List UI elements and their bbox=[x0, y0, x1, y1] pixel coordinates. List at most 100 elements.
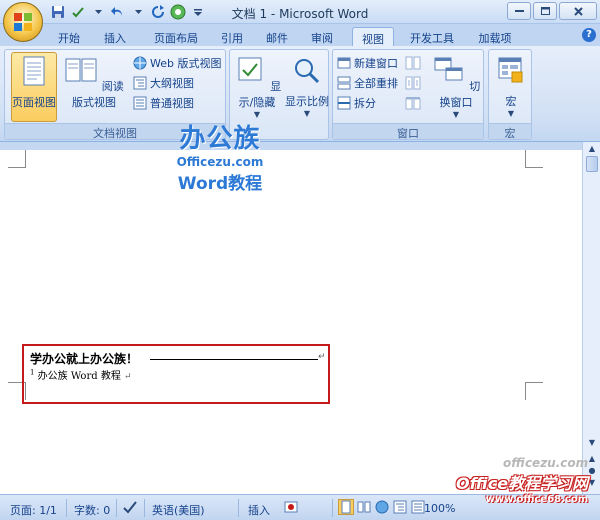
watermark-site-1: officezu.com bbox=[503, 456, 589, 470]
group-label-window: 窗口 bbox=[333, 123, 483, 140]
tab-insert[interactable]: 插入 bbox=[96, 27, 134, 46]
outline-label: 大纲视图 bbox=[150, 77, 194, 90]
watermark-bottom: officezu.com Office教程学习网 www.office68.co… bbox=[456, 456, 588, 505]
outline-icon bbox=[133, 76, 147, 90]
scroll-thumb[interactable] bbox=[586, 156, 598, 172]
chevron-down-icon: ▼ bbox=[452, 110, 460, 119]
print-layout-view-icon[interactable] bbox=[338, 499, 354, 515]
web-layout-button[interactable]: Web 版式视图 bbox=[133, 54, 221, 72]
outline-button[interactable]: 大纲视图 bbox=[133, 74, 194, 92]
document-page[interactable]: 学办公就上办公族！ ↵ 1 办公族 Word 教程 ↵ bbox=[0, 150, 582, 494]
tab-references[interactable]: 引用 bbox=[215, 27, 249, 46]
crop-mark-bottom-right bbox=[525, 382, 543, 400]
watermark-brand-2: Office教程学习网 bbox=[456, 474, 589, 493]
outline-view-icon[interactable] bbox=[392, 499, 408, 515]
status-zoom-level[interactable]: 100% bbox=[424, 502, 455, 515]
web-view-icon[interactable] bbox=[374, 499, 390, 515]
help-icon[interactable]: ? bbox=[582, 28, 596, 42]
draft-icon bbox=[133, 96, 147, 110]
crop-mark-top-left bbox=[8, 150, 26, 168]
draft-button[interactable]: 普通视图 bbox=[133, 94, 194, 112]
status-separator bbox=[116, 499, 117, 517]
switch-windows-icon bbox=[434, 57, 463, 81]
office-button[interactable] bbox=[3, 2, 43, 42]
watermark-logo-top: 办公族 Officezu.com Word教程 bbox=[170, 118, 270, 194]
split-icon bbox=[337, 96, 351, 110]
office-logo-icon bbox=[14, 13, 32, 31]
tab-developer[interactable]: 开发工具 bbox=[404, 27, 460, 46]
reading-view-icon bbox=[65, 58, 97, 82]
macros-icon bbox=[498, 57, 523, 83]
view-shortcuts bbox=[338, 499, 426, 515]
window-controls bbox=[507, 2, 597, 20]
print-layout-label: 页面视图 bbox=[12, 96, 56, 109]
status-separator bbox=[66, 499, 67, 517]
reading-view-icon[interactable] bbox=[356, 499, 372, 515]
ribbon: 页面视图 阅读版式视图 Web 版式视图 大纲视图 普通视图 文档视图 显示/隐… bbox=[0, 46, 600, 142]
status-separator bbox=[238, 499, 239, 517]
group-window: 新建窗口 全部重排 拆分 切换窗口 ▼ 窗口 bbox=[332, 49, 484, 140]
title-bar: 文档 1 - Microsoft Word bbox=[0, 0, 600, 24]
close-button[interactable] bbox=[559, 2, 597, 20]
switch-windows-button[interactable]: 切换窗口 ▼ bbox=[429, 52, 483, 122]
tab-page-layout[interactable]: 页面布局 bbox=[146, 27, 206, 46]
paragraph-mark: ↵ bbox=[318, 352, 326, 362]
synchronous-scrolling-icon[interactable] bbox=[405, 76, 421, 93]
print-layout-button[interactable]: 页面视图 bbox=[11, 52, 57, 122]
tab-mailings[interactable]: 邮件 bbox=[260, 27, 294, 46]
web-layout-label: Web 版式视图 bbox=[150, 57, 222, 70]
view-side-by-side-icon[interactable] bbox=[405, 56, 421, 73]
zoom-icon bbox=[295, 59, 320, 84]
status-language[interactable]: 英语(美国) bbox=[152, 502, 205, 518]
watermark-subtitle: Word教程 bbox=[177, 174, 263, 194]
proofing-icon[interactable] bbox=[122, 500, 138, 517]
tab-view[interactable]: 视图 bbox=[352, 27, 394, 46]
vertical-scrollbar[interactable]: ▲ ▼ ▲ ● ▼ bbox=[582, 142, 600, 494]
scroll-down-icon[interactable]: ▼ bbox=[586, 438, 598, 450]
show-hide-icon bbox=[238, 57, 262, 81]
watermark-brand: 办公族 bbox=[179, 124, 261, 154]
macros-label: 宏 bbox=[505, 95, 517, 108]
tab-addins[interactable]: 加载项 bbox=[472, 27, 518, 46]
zoom-button[interactable]: 显示比例 ▼ bbox=[284, 52, 330, 122]
reset-window-position-icon[interactable] bbox=[405, 96, 421, 113]
ruler-strip bbox=[0, 142, 600, 150]
macros-button[interactable]: 宏 ▼ bbox=[491, 52, 531, 122]
full-screen-reading-button[interactable]: 阅读版式视图 bbox=[61, 52, 127, 122]
web-layout-icon bbox=[133, 56, 147, 70]
footnote-separator bbox=[150, 359, 318, 360]
split-button[interactable]: 拆分 bbox=[337, 94, 376, 112]
show-hide-button[interactable]: 显示/隐藏 ▼ bbox=[232, 52, 282, 122]
maximize-button[interactable] bbox=[533, 2, 557, 20]
group-macros: 宏 ▼ 宏 bbox=[488, 49, 532, 140]
footnote[interactable]: 1 办公族 Word 教程 ↵ bbox=[30, 367, 132, 382]
footnote-number: 1 bbox=[30, 368, 35, 377]
chevron-down-icon: ▼ bbox=[303, 109, 311, 118]
tab-home[interactable]: 开始 bbox=[50, 27, 88, 46]
draft-label: 普通视图 bbox=[150, 97, 194, 110]
status-separator bbox=[144, 499, 145, 517]
zoom-label: 显示比例 bbox=[285, 95, 329, 108]
document-text[interactable]: 学办公就上办公族！ bbox=[30, 350, 138, 367]
new-window-button[interactable]: 新建窗口 bbox=[337, 54, 398, 72]
minimize-button[interactable] bbox=[507, 2, 531, 20]
arrange-all-button[interactable]: 全部重排 bbox=[337, 74, 398, 92]
print-layout-icon bbox=[23, 56, 45, 86]
status-page[interactable]: 页面: 1/1 bbox=[10, 502, 57, 518]
status-separator bbox=[332, 499, 333, 517]
split-label: 拆分 bbox=[354, 97, 376, 110]
paragraph-mark: ↵ bbox=[124, 372, 132, 382]
footnote-text: 办公族 Word 教程 bbox=[37, 371, 121, 382]
status-insert-mode[interactable]: 插入 bbox=[248, 502, 270, 518]
scroll-up-icon[interactable]: ▲ bbox=[586, 144, 598, 156]
crop-mark-top-right bbox=[525, 150, 543, 168]
status-word-count[interactable]: 字数: 0 bbox=[74, 502, 110, 518]
new-window-icon bbox=[337, 57, 351, 69]
macro-recording-icon[interactable] bbox=[284, 500, 298, 517]
group-label-macros: 宏 bbox=[489, 123, 531, 140]
ribbon-tabs: 开始 插入 页面布局 引用 邮件 审阅 视图 开发工具 加载项 ? bbox=[0, 24, 600, 46]
main-text: 学办公就上办公族！ bbox=[30, 352, 139, 366]
tab-review[interactable]: 审阅 bbox=[305, 27, 339, 46]
watermark-site-2: www.office68.com bbox=[485, 494, 589, 505]
arrange-all-label: 全部重排 bbox=[354, 77, 398, 90]
